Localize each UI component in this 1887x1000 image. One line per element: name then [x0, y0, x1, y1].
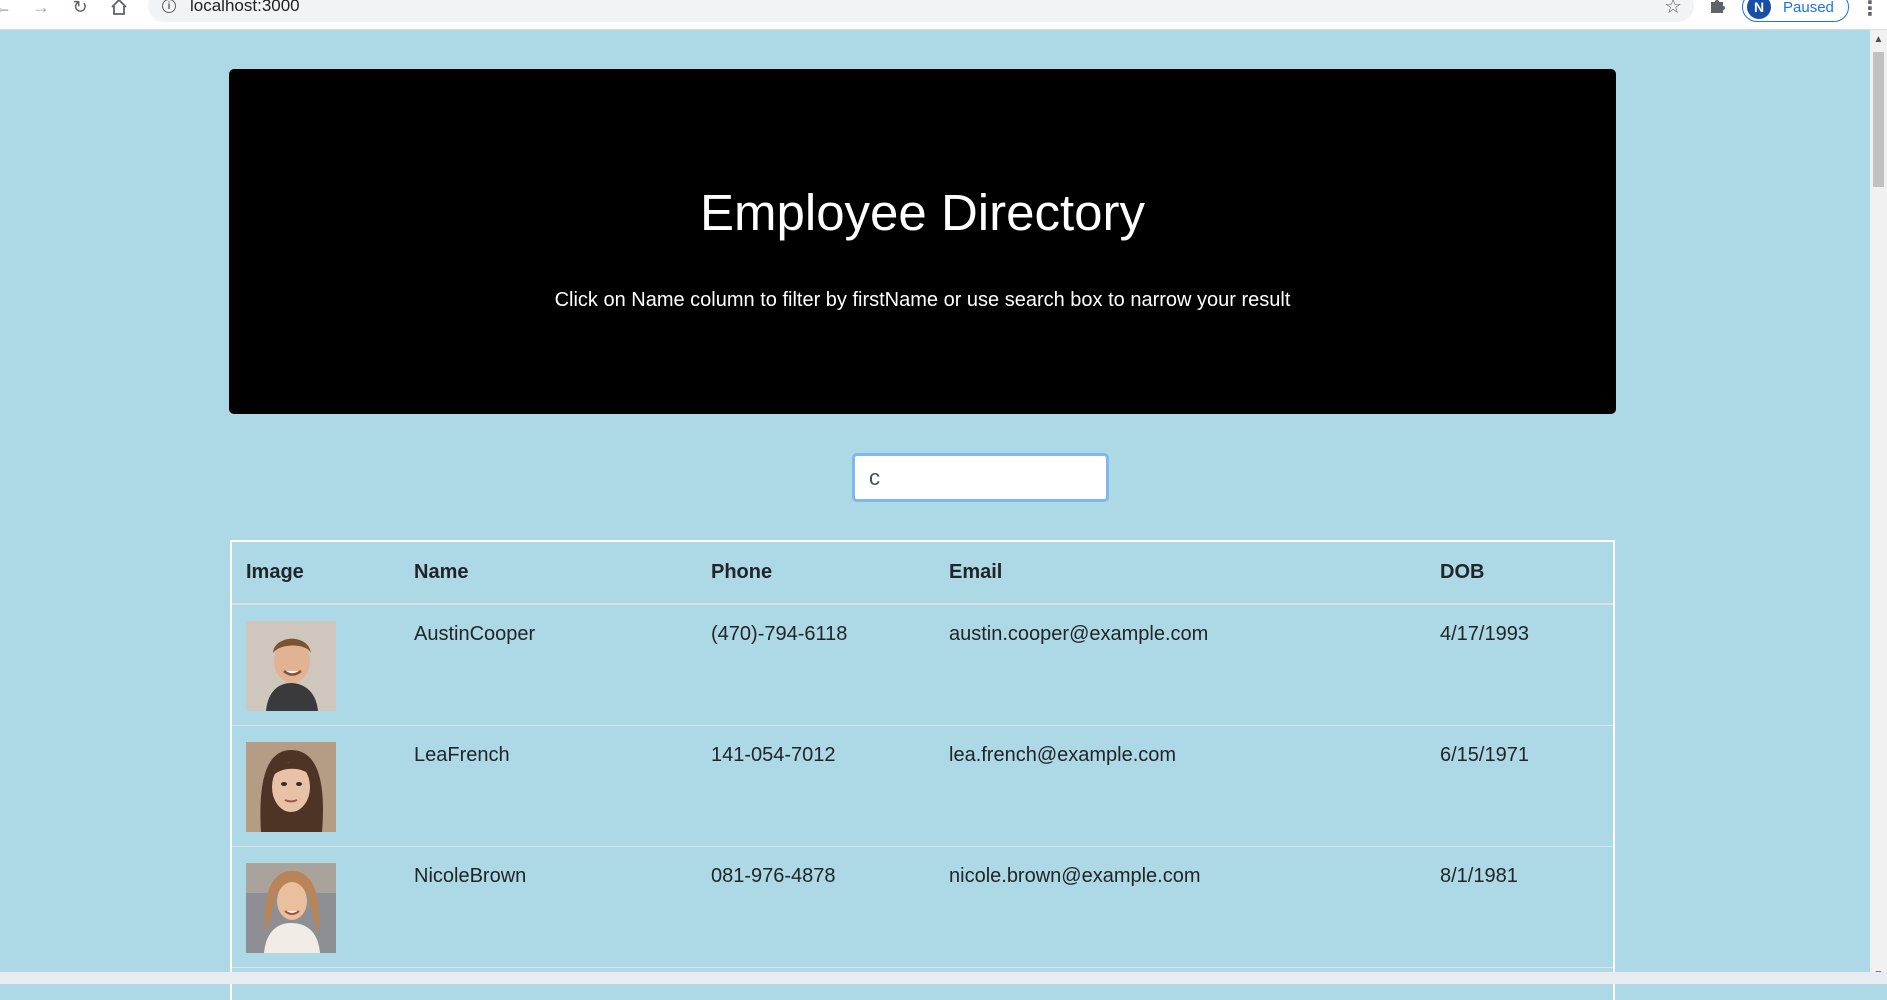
profile-status: Paused	[1783, 0, 1834, 16]
table-row: AustinCooper (470)-794-6118 austin.coope…	[232, 604, 1613, 726]
header-jumbotron: Employee Directory Click on Name column …	[229, 69, 1616, 414]
info-icon[interactable]: i	[162, 0, 176, 13]
back-arrow-icon[interactable]: ←	[0, 0, 16, 20]
forward-arrow-icon[interactable]: →	[28, 0, 54, 20]
column-header-email: Email	[935, 542, 1426, 605]
employee-name: NicoleBrown	[400, 846, 697, 968]
column-header-phone: Phone	[697, 542, 935, 605]
column-header-image: Image	[232, 542, 400, 605]
scrollbar-thumb[interactable]	[1873, 52, 1884, 187]
employee-phone: 141-054-7012	[697, 725, 935, 847]
employee-email: austin.cooper@example.com	[935, 604, 1426, 726]
table-row: NicoleBrown 081-976-4878 nicole.brown@ex…	[232, 846, 1613, 968]
profile-button[interactable]: N Paused	[1742, 0, 1849, 22]
column-header-name[interactable]: Name	[400, 542, 697, 605]
scroll-up-arrow-icon[interactable]: ▲	[1870, 34, 1887, 45]
home-icon[interactable]	[106, 0, 132, 20]
page-title: Employee Directory	[700, 184, 1145, 241]
employee-email: lea.french@example.com	[935, 725, 1426, 847]
employee-phone: 081-976-4878	[697, 846, 935, 968]
employee-photo	[246, 621, 336, 711]
table-row: LeaFrench 141-054-7012 lea.french@exampl…	[232, 725, 1613, 847]
os-taskbar	[0, 972, 1887, 984]
url-text: localhost:3000	[190, 0, 300, 15]
avatar: N	[1747, 0, 1771, 19]
employee-dob: 8/1/1981	[1426, 846, 1613, 968]
search-input[interactable]	[852, 453, 1109, 502]
column-header-dob: DOB	[1426, 542, 1613, 605]
reload-icon[interactable]: ↻	[67, 0, 93, 20]
employee-name: AustinCooper	[400, 604, 697, 726]
image-cell	[232, 604, 400, 726]
employee-table-container: Image Name Phone Email DOB AustinCooper …	[230, 540, 1615, 1000]
employee-phone: (470)-794-6118	[697, 604, 935, 726]
browser-toolbar: ← → ↻ i localhost:3000 ☆ N Paused ⋮	[0, 0, 1887, 30]
employee-table: Image Name Phone Email DOB AustinCooper …	[232, 542, 1613, 968]
image-cell	[232, 846, 400, 968]
kebab-menu-icon[interactable]: ⋮	[1860, 0, 1880, 21]
image-cell	[232, 725, 400, 847]
employee-dob: 6/15/1971	[1426, 725, 1613, 847]
employee-photo	[246, 862, 336, 953]
employee-photo	[246, 741, 336, 832]
employee-dob: 4/17/1993	[1426, 604, 1613, 726]
page-subtitle: Click on Name column to filter by firstN…	[554, 289, 1291, 311]
employee-email: nicole.brown@example.com	[935, 846, 1426, 968]
star-icon[interactable]: ☆	[1664, 0, 1682, 19]
table-header-row: Image Name Phone Email DOB	[232, 542, 1613, 605]
page-scrollbar[interactable]: ▲ ▼	[1870, 30, 1887, 984]
employee-name: LeaFrench	[400, 725, 697, 847]
puzzle-icon[interactable]	[1708, 0, 1728, 22]
address-bar[interactable]: i localhost:3000 ☆	[148, 0, 1694, 22]
